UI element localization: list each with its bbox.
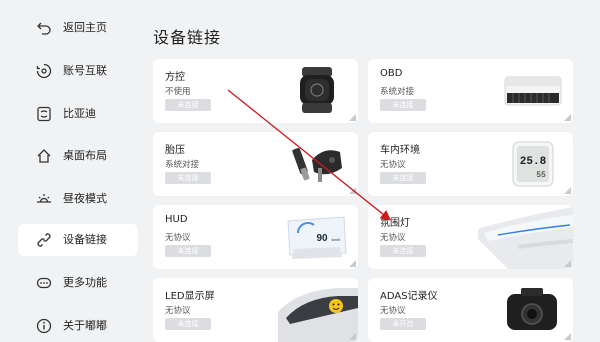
- device-card-tire-pressure[interactable]: 胎压 系统对接 未连接: [153, 132, 358, 196]
- more-icon: [36, 275, 52, 291]
- sidebar-item-device-link[interactable]: 设备链接: [18, 224, 138, 256]
- device-card-obd[interactable]: OBD 系统对接 未连接: [368, 59, 573, 123]
- corner-mark: [564, 260, 571, 267]
- led-screen-image: [278, 278, 358, 342]
- device-description: 无协议: [380, 306, 406, 316]
- device-description: 不使用: [165, 87, 191, 97]
- status-badge: 未连接: [165, 99, 211, 111]
- device-description: 无协议: [380, 233, 406, 243]
- status-badge: 未连接: [165, 172, 211, 184]
- hud-unit: km/h: [332, 237, 341, 242]
- sidebar-item-label: 关于嘟嘟: [63, 319, 107, 332]
- sidebar: 返回主页 账号互联 比亚迪 桌面布局 昼夜模式 设备链接 更多功能 关于嘟嘟: [0, 0, 145, 337]
- page-title: 设备链接: [153, 28, 222, 47]
- sidebar-item-label: 设备链接: [63, 233, 107, 246]
- device-name: 胎压: [165, 145, 185, 156]
- sidebar-item-label: 桌面布局: [63, 149, 107, 162]
- sidebar-item-label: 返回主页: [63, 21, 107, 34]
- device-name: 车内环境: [380, 145, 420, 156]
- status-badge: 未开启: [380, 318, 426, 330]
- status-badge: 未连接: [380, 99, 426, 111]
- device-card-steering-control[interactable]: 方控 不使用 未连接: [153, 59, 358, 123]
- corner-mark: [349, 260, 356, 267]
- home-icon: [36, 148, 52, 164]
- device-name: LED显示屏: [165, 291, 215, 302]
- sidebar-item-more[interactable]: 更多功能: [18, 267, 138, 299]
- device-description: 系统对接: [380, 87, 415, 97]
- sidebar-item-label: 比亚迪: [63, 107, 96, 120]
- device-description: 无协议: [165, 306, 191, 316]
- sidebar-item-label: 昼夜模式: [63, 192, 107, 205]
- device-card-hud[interactable]: HUD 无协议 未连接 90 km/h: [153, 205, 358, 269]
- sidebar-item-home[interactable]: 返回主页: [18, 12, 138, 44]
- hud-speed: 90: [316, 233, 328, 244]
- corner-mark: [564, 187, 571, 194]
- sidebar-item-about[interactable]: 关于嘟嘟: [18, 310, 138, 342]
- sidebar-item-daynight[interactable]: 昼夜模式: [18, 183, 138, 215]
- status-badge: 未连接: [380, 245, 426, 257]
- device-card-cabin-environment[interactable]: 车内环境 无协议 未连接 25.8 55: [368, 132, 573, 196]
- sidebar-item-label: 更多功能: [63, 276, 107, 289]
- status-badge: 未连接: [380, 172, 426, 184]
- corner-mark: [564, 114, 571, 121]
- tire-valve-image: [284, 138, 350, 190]
- thermometer-temperature: 25.8: [520, 156, 547, 168]
- ambient-light-image: [478, 205, 573, 269]
- device-card-adas-recorder[interactable]: ADAS记录仪 无协议 未开启: [368, 278, 573, 342]
- steering-controller-image: [284, 65, 350, 117]
- account-link-icon: [36, 63, 52, 79]
- device-name: ADAS记录仪: [380, 291, 438, 302]
- sidebar-item-layout[interactable]: 桌面布局: [18, 140, 138, 172]
- device-name: OBD: [380, 68, 403, 79]
- thermometer-humidity: 55: [536, 171, 546, 180]
- sun-icon: [36, 191, 52, 207]
- status-badge: 未连接: [165, 318, 211, 330]
- byd-icon: [36, 106, 52, 122]
- device-name: 方控: [165, 72, 185, 83]
- link-icon: [36, 232, 52, 248]
- device-card-ambient-light[interactable]: 氛围灯 无协议 未连接: [368, 205, 573, 269]
- dashcam-image: [499, 284, 565, 336]
- device-description: 无协议: [165, 233, 191, 243]
- device-name: HUD: [165, 214, 188, 225]
- hud-image: 90 km/h: [284, 211, 350, 263]
- thermometer-image: 25.8 55: [499, 138, 565, 190]
- device-description: 无协议: [380, 160, 406, 170]
- corner-mark: [349, 114, 356, 121]
- obd-box-image: [499, 65, 565, 117]
- corner-mark: [349, 187, 356, 194]
- sidebar-item-account[interactable]: 账号互联: [18, 55, 138, 87]
- device-card-led-screen[interactable]: LED显示屏 无协议 未连接: [153, 278, 358, 342]
- device-description: 系统对接: [165, 160, 200, 170]
- device-name: 氛围灯: [380, 218, 410, 229]
- sidebar-item-byd[interactable]: 比亚迪: [18, 98, 138, 130]
- sidebar-item-label: 账号互联: [63, 64, 107, 77]
- back-icon: [36, 20, 52, 36]
- status-badge: 未连接: [165, 245, 211, 257]
- info-icon: [36, 318, 52, 334]
